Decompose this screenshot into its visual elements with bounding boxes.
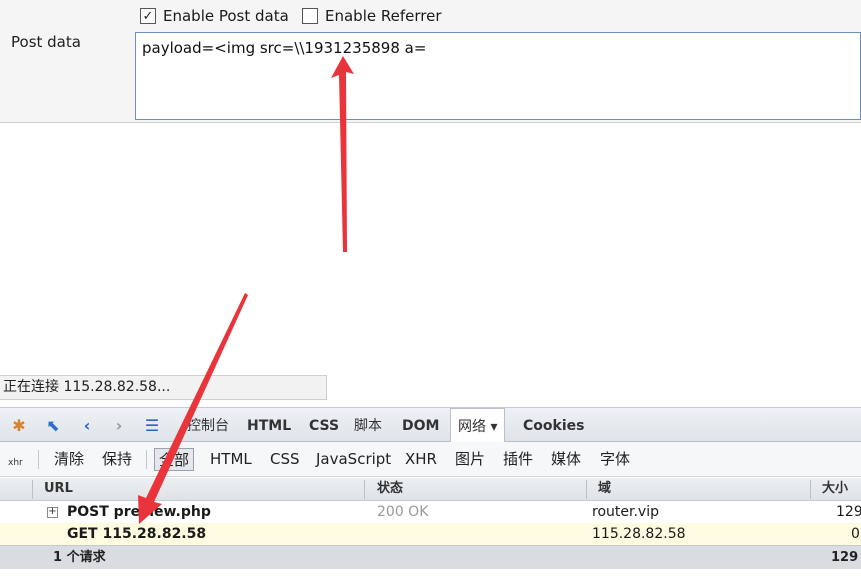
tab-cookies[interactable]: Cookies bbox=[523, 408, 584, 442]
divider bbox=[146, 450, 147, 469]
clear-button[interactable]: 清除 bbox=[54, 448, 84, 471]
command-line-icon[interactable]: ☰ bbox=[140, 416, 164, 436]
firebug-bug-icon[interactable]: ✱ bbox=[8, 416, 30, 436]
persist-button[interactable]: 保持 bbox=[102, 448, 132, 471]
tab-net-label: 网络 bbox=[458, 419, 486, 435]
filter-html-button[interactable]: HTML bbox=[210, 448, 252, 471]
enable-referrer-label: Enable Referrer bbox=[325, 7, 442, 25]
expand-plus-icon[interactable]: + bbox=[47, 507, 58, 518]
net-table-header: URL 状态 域 大小 bbox=[0, 478, 861, 501]
firebug-toolbar: ✱ ⬉ ‹ › ☰ 控制台 HTML CSS 脚本 DOM 网络 ▾ Cooki… bbox=[0, 407, 861, 444]
post-data-label: Post data bbox=[11, 33, 81, 51]
request-size: 0 bbox=[851, 526, 860, 542]
tab-css[interactable]: CSS bbox=[309, 408, 339, 442]
tab-net[interactable]: 网络 ▾ bbox=[450, 408, 506, 444]
checkbox-checked-icon[interactable]: ✓ bbox=[140, 8, 156, 24]
column-divider bbox=[32, 480, 33, 499]
total-size: 129 bbox=[831, 550, 859, 565]
request-domain: 115.28.82.58 bbox=[592, 526, 686, 542]
tab-console[interactable]: 控制台 bbox=[187, 408, 229, 442]
request-url[interactable]: GET 115.28.82.58 bbox=[67, 523, 206, 545]
request-size: 129 bbox=[836, 504, 861, 520]
enable-post-data-checkbox[interactable]: ✓ Enable Post data bbox=[140, 6, 289, 26]
request-domain: router.vip bbox=[592, 504, 659, 520]
column-divider bbox=[364, 480, 365, 499]
column-size[interactable]: 大小 bbox=[822, 478, 848, 501]
net-summary-row: 1 个请求 129 bbox=[0, 545, 861, 569]
enable-referrer-checkbox[interactable]: Enable Referrer bbox=[302, 6, 441, 26]
divider bbox=[38, 450, 39, 469]
request-count: 1 个请求 bbox=[53, 550, 106, 565]
inspect-pointer-icon[interactable]: ⬉ bbox=[42, 416, 64, 436]
back-arrow-icon[interactable]: ‹ bbox=[78, 416, 96, 436]
filter-all-button[interactable]: 全部 bbox=[154, 448, 195, 471]
filter-media-button[interactable]: 媒体 bbox=[551, 448, 581, 471]
column-divider bbox=[586, 480, 587, 499]
filter-fonts-button[interactable]: 字体 bbox=[600, 448, 630, 471]
xhr-pause-icon[interactable]: xhr bbox=[8, 448, 28, 471]
table-row[interactable]: + POST preview.php 200 OK router.vip 129 bbox=[0, 501, 861, 523]
tab-html[interactable]: HTML bbox=[247, 408, 291, 442]
status-bar: 正在连接 115.28.82.58... bbox=[0, 375, 327, 400]
checkbox-unchecked-icon[interactable] bbox=[302, 8, 318, 24]
column-domain[interactable]: 域 bbox=[598, 478, 611, 501]
column-url[interactable]: URL bbox=[44, 478, 73, 501]
enable-post-data-label: Enable Post data bbox=[163, 7, 289, 25]
filter-images-button[interactable]: 图片 bbox=[455, 448, 485, 471]
column-status[interactable]: 状态 bbox=[377, 478, 403, 501]
tab-dom[interactable]: DOM bbox=[402, 408, 439, 442]
request-url[interactable]: POST preview.php bbox=[67, 501, 211, 523]
post-data-panel: ✓ Enable Post data Enable Referrer Post … bbox=[0, 0, 861, 123]
filter-css-button[interactable]: CSS bbox=[270, 448, 300, 471]
column-divider bbox=[810, 480, 811, 499]
tab-script[interactable]: 脚本 bbox=[354, 408, 382, 442]
chevron-down-icon[interactable]: ▾ bbox=[490, 419, 497, 435]
browser-window: ✓ Enable Post data Enable Referrer Post … bbox=[0, 0, 861, 582]
filter-js-button[interactable]: JavaScript bbox=[316, 448, 391, 471]
post-data-textarea[interactable]: payload=<img src=\\1931235898 a= bbox=[135, 32, 861, 120]
request-status: 200 OK bbox=[377, 504, 429, 520]
table-row[interactable]: GET 115.28.82.58 115.28.82.58 0 bbox=[0, 523, 861, 545]
net-filter-bar: xhr 清除 保持 全部 HTML CSS JavaScript XHR 图片 … bbox=[0, 442, 861, 477]
filter-xhr-button[interactable]: XHR bbox=[405, 448, 437, 471]
forward-arrow-icon[interactable]: › bbox=[110, 416, 128, 436]
filter-plugins-button[interactable]: 插件 bbox=[503, 448, 533, 471]
